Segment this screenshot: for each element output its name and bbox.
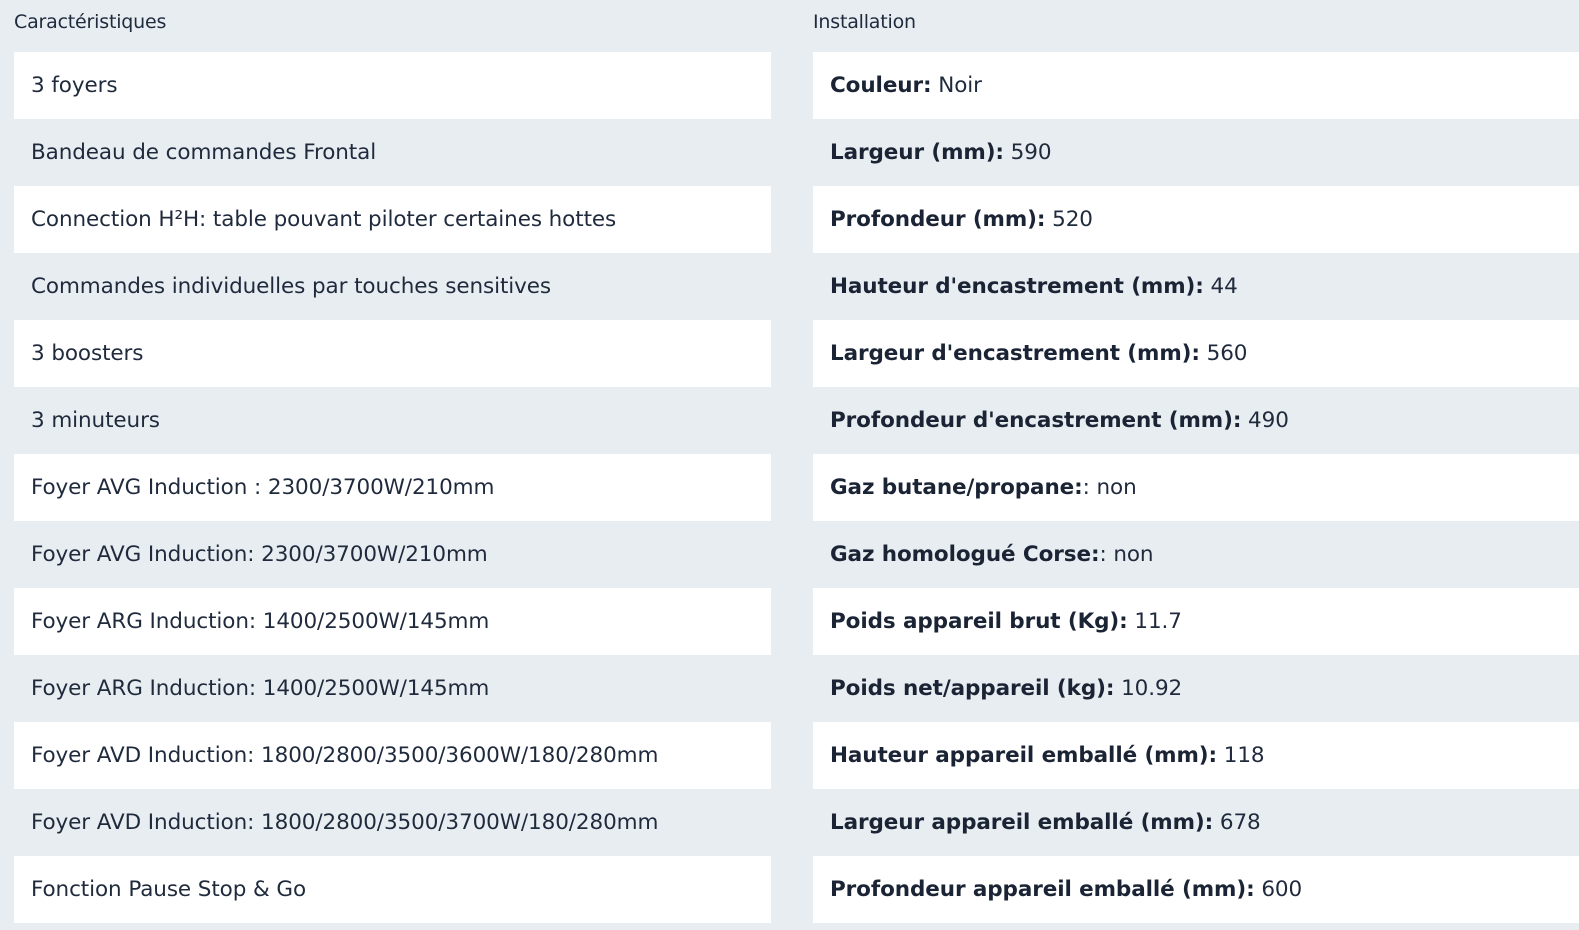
spec-value: 590 bbox=[1003, 140, 1052, 165]
spec-label: Profondeur d'encastrement (mm): bbox=[830, 408, 1242, 433]
features-section: Caractéristiques 3 foyers Bandeau de com… bbox=[14, 0, 771, 923]
spec-label: Largeur d'encastrement (mm): bbox=[830, 341, 1200, 366]
spec-label: Couleur: bbox=[830, 73, 932, 98]
spec-row: Largeur d'encastrement (mm): 560 bbox=[813, 320, 1579, 387]
spec-value: : non bbox=[1082, 475, 1137, 500]
spec-row: Profondeur appareil emballé (mm): 600 bbox=[813, 856, 1579, 923]
spec-row: Profondeur d'encastrement (mm): 490 bbox=[813, 387, 1579, 454]
spec-value: 678 bbox=[1213, 810, 1261, 835]
spec-row: Hauteur appareil emballé (mm): 118 bbox=[813, 722, 1579, 789]
spec-label: Poids appareil brut (Kg): bbox=[830, 609, 1128, 634]
spec-label: Gaz butane/propane: bbox=[830, 475, 1083, 500]
spec-row: Poids net/appareil (kg): 10.92 bbox=[813, 655, 1579, 722]
installation-list: Couleur: Noir Largeur (mm): 590 Profonde… bbox=[813, 52, 1579, 923]
feature-item: Connection H²H: table pouvant piloter ce… bbox=[14, 186, 771, 253]
spec-row: Hauteur d'encastrement (mm): 44 bbox=[813, 253, 1579, 320]
feature-item: Foyer AVG Induction : 2300/3700W/210mm bbox=[14, 454, 771, 521]
spec-value: 10.92 bbox=[1114, 676, 1183, 701]
spec-value: 11.7 bbox=[1127, 609, 1182, 634]
spec-row: Gaz homologué Corse:: non bbox=[813, 521, 1579, 588]
spec-label: Hauteur appareil emballé (mm): bbox=[830, 743, 1218, 768]
spec-value: : non bbox=[1099, 542, 1154, 567]
spec-row: Profondeur (mm): 520 bbox=[813, 186, 1579, 253]
spec-value: 520 bbox=[1045, 207, 1093, 232]
feature-item: Foyer AVD Induction: 1800/2800/3500/3600… bbox=[14, 722, 771, 789]
installation-title: Installation bbox=[813, 11, 916, 33]
spec-label: Largeur (mm): bbox=[830, 140, 1004, 165]
spec-value: 118 bbox=[1217, 743, 1265, 768]
installation-section: Installation Couleur: Noir Largeur (mm):… bbox=[813, 0, 1579, 923]
spec-label: Largeur appareil emballé (mm): bbox=[830, 810, 1214, 835]
spec-row: Largeur appareil emballé (mm): 678 bbox=[813, 789, 1579, 856]
spec-label: Gaz homologué Corse: bbox=[830, 542, 1100, 567]
feature-item: Foyer AVD Induction: 1800/2800/3500/3700… bbox=[14, 789, 771, 856]
spec-value: 560 bbox=[1199, 341, 1248, 366]
spec-row: Gaz butane/propane:: non bbox=[813, 454, 1579, 521]
feature-item: Bandeau de commandes Frontal bbox=[14, 119, 771, 186]
spec-value: 600 bbox=[1254, 877, 1303, 902]
feature-item: 3 minuteurs bbox=[14, 387, 771, 454]
feature-item: Fonction Pause Stop & Go bbox=[14, 856, 771, 923]
spec-row: Poids appareil brut (Kg): 11.7 bbox=[813, 588, 1579, 655]
feature-item: 3 boosters bbox=[14, 320, 771, 387]
spec-label: Poids net/appareil (kg): bbox=[830, 676, 1115, 701]
spec-label: Profondeur appareil emballé (mm): bbox=[830, 877, 1255, 902]
feature-item: Foyer ARG Induction: 1400/2500W/145mm bbox=[14, 588, 771, 655]
spec-row: Largeur (mm): 590 bbox=[813, 119, 1579, 186]
spec-value: 490 bbox=[1241, 408, 1289, 433]
features-title: Caractéristiques bbox=[14, 11, 167, 33]
features-list: 3 foyers Bandeau de commandes Frontal Co… bbox=[14, 52, 771, 923]
feature-item: Foyer AVG Induction: 2300/3700W/210mm bbox=[14, 521, 771, 588]
spec-row: Couleur: Noir bbox=[813, 52, 1579, 119]
spec-value: Noir bbox=[931, 73, 982, 98]
feature-item: 3 foyers bbox=[14, 52, 771, 119]
spec-value: 44 bbox=[1203, 274, 1238, 299]
spec-label: Profondeur (mm): bbox=[830, 207, 1046, 232]
feature-item: Commandes individuelles par touches sens… bbox=[14, 253, 771, 320]
spec-label: Hauteur d'encastrement (mm): bbox=[830, 274, 1204, 299]
feature-item: Foyer ARG Induction: 1400/2500W/145mm bbox=[14, 655, 771, 722]
